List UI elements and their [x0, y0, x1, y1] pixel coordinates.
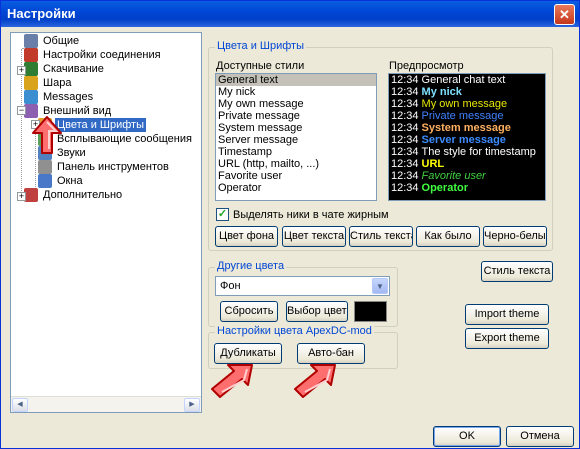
annotation-arrow-up [32, 116, 62, 154]
preview-line: 12:34 Private message [389, 110, 545, 122]
preview-line: 12:34 My nick [389, 86, 545, 98]
choose-color-button[interactable]: Выбор цвета [286, 301, 348, 322]
black-white-button[interactable]: Черно-белый [483, 226, 547, 247]
preview-line: 12:34 Server message [389, 134, 545, 146]
title-bar[interactable]: Настройки ✕ [1, 1, 579, 27]
chevron-down-icon[interactable]: ▼ [372, 278, 388, 294]
preview-text: My nick [421, 86, 462, 98]
preview-timestamp: 12:34 [391, 134, 419, 146]
bold-nicks-label: Выделять ники в чате жирным [233, 209, 389, 221]
apex-colors-group-title: Настройки цвета ApexDC-mod [215, 325, 374, 337]
tree-item-label: Панель инструментов [57, 161, 169, 173]
other-colors-combo[interactable]: Фон ▼ [215, 276, 390, 296]
tree-item-label: Общие [43, 35, 80, 47]
preview-text: URL [421, 158, 445, 170]
colors-fonts-group-title: Цвета и Шрифты [215, 40, 306, 52]
text-style-button[interactable]: Стиль текста [481, 261, 553, 282]
preview-text: The style for timestamp [421, 146, 536, 158]
styles-label: Доступные стили [216, 60, 305, 72]
preview-text: My own message [421, 98, 508, 110]
style-list-item[interactable]: General text [216, 74, 376, 86]
preview-line: 12:34 General chat text [389, 74, 545, 86]
tree-item-label: Настройки соединения [43, 49, 161, 61]
window-title: Настройки [7, 6, 76, 21]
import-theme-button[interactable]: Import theme [465, 304, 549, 325]
preview-timestamp: 12:34 [391, 74, 419, 86]
connection-icon [24, 48, 38, 62]
style-list-item[interactable]: Timestamp [216, 146, 376, 158]
messages-icon [24, 90, 38, 104]
preview-text: Private message [421, 110, 504, 122]
reset-default-button[interactable]: Как было [416, 226, 480, 247]
expand-advanced[interactable]: + [17, 192, 26, 201]
settings-window: Настройки ✕ Общие Настройки соединения Ска… [0, 0, 580, 449]
style-list-item[interactable]: Private message [216, 110, 376, 122]
style-list-item[interactable]: Operator [216, 182, 376, 194]
tree-item-label: Скачивание [43, 63, 104, 75]
preview-timestamp: 12:34 [391, 110, 419, 122]
preview-timestamp: 12:34 [391, 122, 419, 134]
text-style-button-2[interactable]: Стиль текста [349, 226, 413, 247]
preview-line: 12:34 Favorite user [389, 170, 545, 182]
preview-timestamp: 12:34 [391, 98, 419, 110]
preview-text: Server message [421, 134, 506, 146]
preview-text: Operator [421, 182, 468, 194]
reset-button[interactable]: Сбросить [220, 301, 278, 322]
tree-item-label: Messages [43, 91, 94, 103]
tree-horizontal-scrollbar[interactable]: ◀ ▶ [11, 396, 201, 412]
preview-label: Предпросмотр [389, 60, 464, 72]
style-list-item[interactable]: My own message [216, 98, 376, 110]
tree-item-label: Цвета и Шрифты [55, 118, 146, 132]
preview-line: 12:34 URL [389, 158, 545, 170]
preview-timestamp: 12:34 [391, 86, 419, 98]
tree-item-label: Окна [57, 175, 83, 187]
style-list-item[interactable]: Server message [216, 134, 376, 146]
advanced-icon [24, 188, 38, 202]
expand-download[interactable]: + [17, 66, 26, 75]
style-list-item[interactable]: Favorite user [216, 170, 376, 182]
preview-timestamp: 12:34 [391, 146, 419, 158]
preview-line: 12:34 The style for timestamp [389, 146, 545, 158]
toolbar-icon [38, 160, 52, 174]
preview-text: System message [421, 122, 511, 134]
annotation-arrow-autoban [294, 364, 336, 398]
tree-item-label: Дополнительно [43, 189, 123, 201]
ok-button[interactable]: OK [433, 426, 501, 447]
preview-text: Favorite user [421, 170, 486, 182]
text-color-button[interactable]: Цвет текста [282, 226, 346, 247]
style-list-item[interactable]: System message [216, 122, 376, 134]
preview-timestamp: 12:34 [391, 158, 419, 170]
preview-box: 12:34 General chat text 12:34 My nick 12:34 M… [388, 73, 546, 201]
preview-line: 12:34 Operator [389, 182, 545, 194]
close-button[interactable]: ✕ [554, 4, 575, 25]
annotation-arrow-duplicates [211, 364, 253, 398]
cancel-button[interactable]: Отмена [506, 426, 574, 447]
tree-item-label: Всплывающие сообщения [57, 133, 192, 145]
preview-line: 12:34 My own message [389, 98, 545, 110]
general-icon [24, 34, 38, 48]
windows-icon [38, 174, 52, 188]
other-colors-combo-value: Фон [220, 280, 241, 292]
settings-tree[interactable]: Общие Настройки соединения Скачивание Шара M… [10, 32, 202, 413]
tree-item-label: Шара [43, 77, 72, 89]
preview-timestamp: 12:34 [391, 170, 419, 182]
preview-timestamp: 12:34 [391, 182, 419, 194]
preview-line: 12:34 System message [389, 122, 545, 134]
other-colors-group-title: Другие цвета [215, 260, 287, 272]
download-icon [24, 62, 38, 76]
color-swatch [354, 301, 387, 322]
scroll-left-button[interactable]: ◀ [12, 398, 28, 412]
bold-nicks-checkbox[interactable]: ✓ [216, 208, 229, 221]
style-list-item[interactable]: URL (http, mailto, ...) [216, 158, 376, 170]
collapse-appearance[interactable]: − [17, 106, 26, 115]
styles-listbox[interactable]: General text My nick My own message Private… [215, 73, 377, 201]
share-icon [24, 76, 38, 90]
preview-text: General chat text [421, 74, 506, 86]
style-list-item[interactable]: My nick [216, 86, 376, 98]
export-theme-button[interactable]: Export theme [465, 328, 549, 349]
scroll-right-button[interactable]: ▶ [184, 398, 200, 412]
bg-color-button[interactable]: Цвет фона [215, 226, 278, 247]
